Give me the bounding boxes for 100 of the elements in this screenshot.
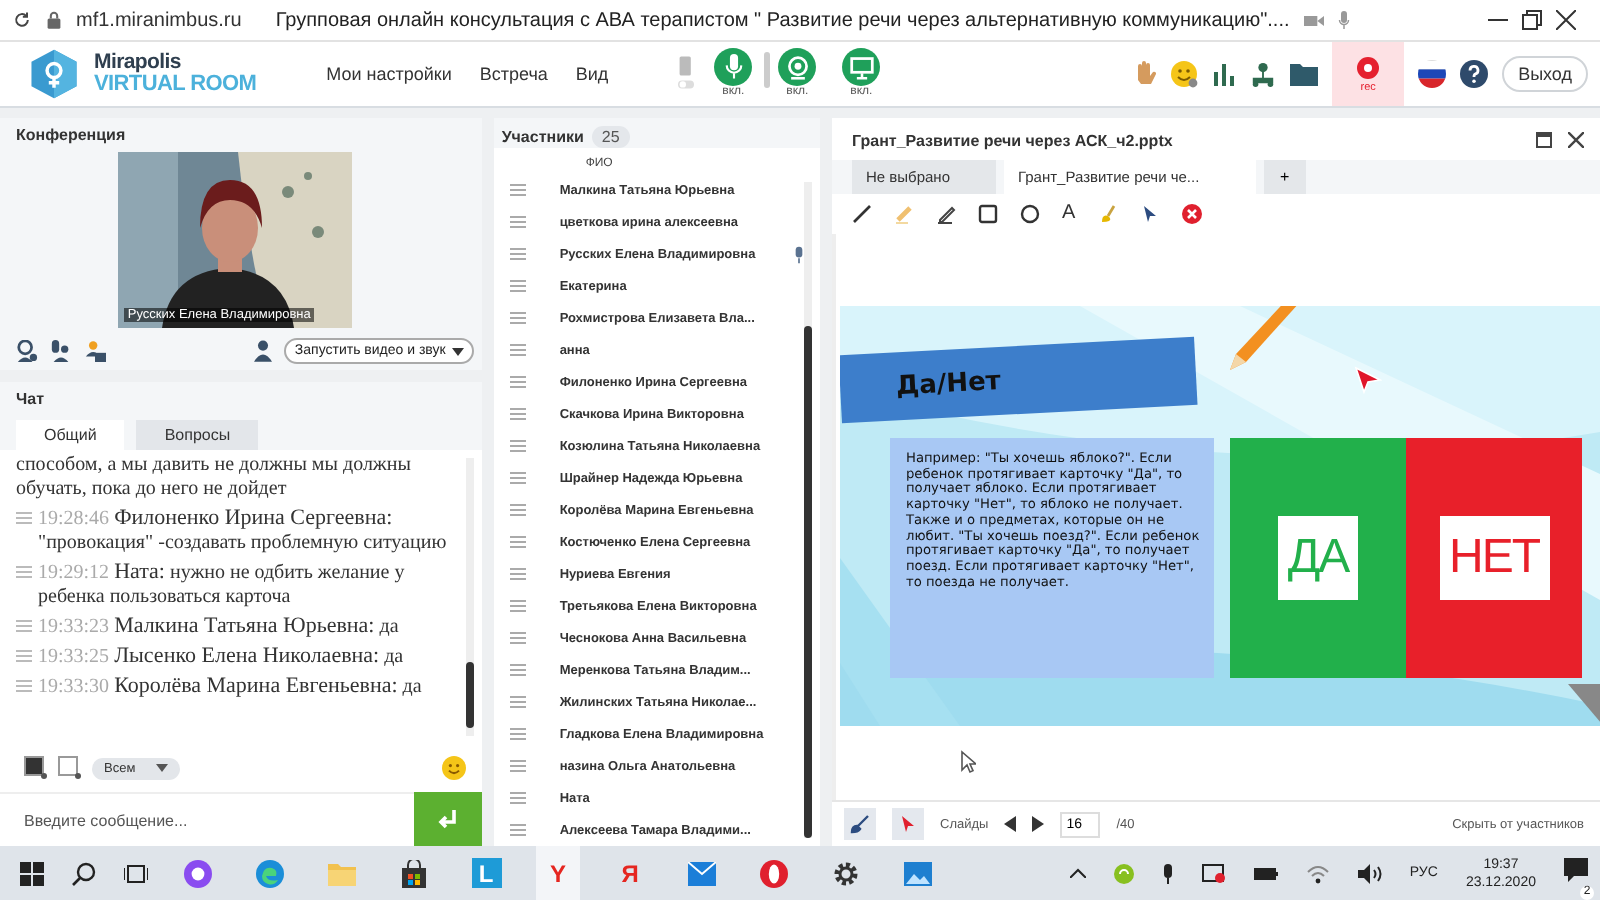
reload-icon[interactable]: [12, 10, 32, 30]
enter-icon[interactable]: [437, 809, 458, 829]
flag-icon[interactable]: [1418, 60, 1447, 88]
menu-item[interactable]: Мои настройки: [326, 64, 452, 84]
camera-toggle[interactable]: [778, 48, 817, 86]
search-icon[interactable]: [72, 861, 96, 885]
clear-icon[interactable]: [1181, 204, 1202, 224]
letter-app-icon[interactable]: Y: [543, 858, 573, 888]
mail-icon[interactable]: [688, 861, 716, 885]
close-icon[interactable]: [1556, 10, 1576, 30]
close-icon[interactable]: [1568, 132, 1584, 148]
card-label: ДА: [1277, 516, 1359, 600]
bar-chart-icon[interactable]: [1212, 62, 1237, 86]
menu-item[interactable]: Вид: [575, 64, 609, 84]
chat-message: 19:33:23 Малкина Татьяна Юрьевна: да: [38, 614, 399, 640]
address-text[interactable]: mf1.miranimbus.ru: [76, 9, 242, 31]
mic-user-icon[interactable]: [50, 340, 72, 362]
webcam-icon[interactable]: [785, 55, 810, 79]
mic-icon[interactable]: [1161, 863, 1174, 883]
lock-icon: [46, 10, 62, 30]
hand-icon[interactable]: [1132, 60, 1157, 88]
help-icon[interactable]: [1460, 60, 1489, 88]
ring-app-icon[interactable]: [760, 859, 788, 887]
folder-icon[interactable]: [1290, 62, 1319, 86]
line-tool-icon[interactable]: [852, 204, 872, 224]
smiley-icon[interactable]: [441, 756, 466, 780]
taskbar-button[interactable]: Y: [536, 846, 580, 900]
microphone-icon[interactable]: [723, 54, 744, 80]
chevron-up-icon[interactable]: [1069, 868, 1086, 878]
maximize-icon[interactable]: [1536, 132, 1552, 148]
drag-handle-icon[interactable]: [509, 792, 526, 804]
pen-icon[interactable]: [936, 204, 956, 224]
settings-icon[interactable]: [832, 859, 860, 887]
pointer-icon[interactable]: [1139, 204, 1160, 224]
taskbar-button[interactable]: Я: [608, 846, 652, 900]
drag-handle-icon[interactable]: [509, 568, 526, 580]
drag-handle-icon[interactable]: [509, 216, 526, 228]
drag-handle-icon[interactable]: [509, 376, 526, 388]
drag-handle-icon[interactable]: [509, 824, 526, 836]
drag-handle-icon[interactable]: [509, 664, 526, 676]
brush-button[interactable]: [844, 808, 876, 840]
drag-handle-icon[interactable]: [509, 184, 526, 196]
restore-icon[interactable]: [1522, 10, 1542, 30]
sync-icon[interactable]: [1113, 863, 1134, 883]
add-tab-button[interactable]: +: [1264, 160, 1306, 194]
scrollbar-thumb[interactable]: [804, 326, 812, 838]
notification-icon[interactable]: [1564, 857, 1588, 881]
user-screen-icon[interactable]: [84, 340, 106, 362]
photos-icon[interactable]: [904, 861, 932, 885]
scrollbar-thumb[interactable]: [465, 661, 474, 728]
browser-icon[interactable]: [256, 859, 284, 887]
text-color-icon[interactable]: [24, 756, 48, 780]
drag-handle-icon[interactable]: [509, 440, 526, 452]
drag-handle-icon[interactable]: [509, 408, 526, 420]
next-slide-icon[interactable]: [1032, 816, 1045, 832]
drag-handle-icon[interactable]: [509, 248, 526, 260]
circle-app-icon[interactable]: [184, 859, 212, 887]
smiley-icon[interactable]: [1170, 60, 1199, 88]
screen-toggle[interactable]: [842, 48, 881, 86]
wifi-icon[interactable]: [1305, 863, 1330, 883]
store-icon[interactable]: [400, 859, 428, 887]
drag-handle-icon[interactable]: [509, 600, 526, 612]
pointer-button[interactable]: [892, 808, 924, 840]
message-input[interactable]: Введите сообщение...: [0, 792, 414, 846]
pointer-icon[interactable]: [898, 814, 918, 834]
chat-tab[interactable]: Общий: [16, 420, 125, 450]
phone-icon: [678, 54, 695, 94]
drag-handle-icon[interactable]: [509, 312, 526, 324]
mic-toggle[interactable]: [714, 48, 753, 86]
drag-handle-icon[interactable]: [509, 632, 526, 644]
background-color-icon[interactable]: [58, 756, 82, 780]
text-tool[interactable]: A: [1062, 204, 1076, 224]
drag-handle-icon[interactable]: [509, 280, 526, 292]
drag-handle-icon[interactable]: [509, 344, 526, 356]
drag-handle-icon[interactable]: [509, 504, 526, 516]
user-icon[interactable]: [254, 340, 273, 362]
drag-handle-icon[interactable]: [509, 728, 526, 740]
battery-icon[interactable]: [1253, 867, 1278, 879]
chat-message: 19:33:30 Королёва Марина Евгеньевна: да: [38, 674, 422, 700]
task-view-icon[interactable]: [124, 861, 148, 885]
page-title: Групповая онлайн консультация с АВА терапистом " Развитие речи через альтернативную коммуникацию"....: [275, 9, 1290, 31]
menu-item[interactable]: Встреча: [479, 64, 548, 84]
network-icon[interactable]: [1250, 61, 1277, 87]
screen-record-icon[interactable]: [1201, 863, 1226, 883]
drag-handle-icon[interactable]: [509, 472, 526, 484]
circle-tool-icon[interactable]: [1020, 204, 1040, 224]
drag-handle-icon[interactable]: [509, 696, 526, 708]
drag-handle-icon[interactable]: [509, 536, 526, 548]
windows-start-icon[interactable]: [20, 861, 44, 885]
chat-tab[interactable]: Вопросы: [136, 420, 259, 450]
webcam-user-icon[interactable]: [16, 340, 38, 362]
previous-slide-icon[interactable]: [1004, 816, 1017, 832]
rectangle-tool-icon[interactable]: [978, 204, 998, 224]
drag-handle-icon[interactable]: [509, 760, 526, 772]
exit-button[interactable]: Выход: [1502, 56, 1588, 92]
letter-app-icon[interactable]: Я: [615, 858, 645, 888]
monitor-icon[interactable]: [849, 55, 874, 79]
speaker-icon[interactable]: [1357, 863, 1382, 883]
record-icon[interactable]: [1356, 55, 1381, 79]
brush-icon[interactable]: [850, 814, 870, 834]
